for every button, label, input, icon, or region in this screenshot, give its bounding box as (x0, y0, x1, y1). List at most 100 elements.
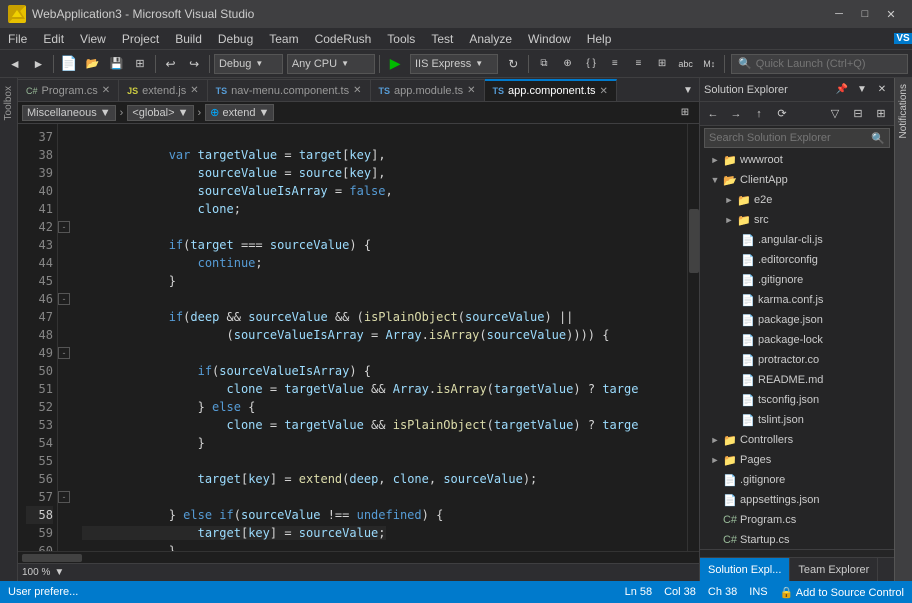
se-pin-button[interactable]: 📌 (834, 81, 850, 99)
tab-nav-menu[interactable]: TS nav-menu.component.ts ✕ (208, 79, 371, 101)
tree-item-editorconfig[interactable]: 📄 .editorconfig (700, 250, 894, 270)
se-close-button[interactable]: ✕ (874, 81, 890, 99)
tree-item-karma[interactable]: 📄 karma.conf.js (700, 290, 894, 310)
tree-item-gitignore-root[interactable]: 📄 .gitignore (700, 470, 894, 490)
notifications-label[interactable]: Notifications (896, 78, 911, 144)
menu-view[interactable]: View (72, 28, 114, 49)
refresh-button[interactable]: ↻ (502, 53, 524, 75)
tree-arrow-controllers[interactable]: ► (708, 433, 722, 447)
tree-arrow-wwwroot[interactable]: ► (708, 153, 722, 167)
se-collapse-button[interactable]: ⊟ (847, 104, 869, 124)
se-search-input[interactable] (709, 132, 867, 144)
tab-close-program-cs[interactable]: ✕ (102, 85, 110, 96)
tree-item-tslint[interactable]: 📄 tslint.json (700, 410, 894, 430)
tab-app-module[interactable]: TS app.module.ts ✕ (371, 79, 485, 101)
status-line[interactable]: Ln 58 (625, 586, 653, 598)
save-button[interactable]: 💾 (105, 53, 127, 75)
tree-item-package-lock[interactable]: 📄 package-lock (700, 330, 894, 350)
forward-button[interactable]: ► (28, 53, 50, 75)
menu-team[interactable]: Team (261, 28, 306, 49)
back-button[interactable]: ◄ (4, 53, 26, 75)
save-all-button[interactable]: ⊞ (129, 53, 151, 75)
menu-tools[interactable]: Tools (379, 28, 423, 49)
close-button[interactable]: ✕ (878, 4, 904, 24)
toolbox-label[interactable]: Toolbox (1, 82, 16, 124)
tab-close-extend-js[interactable]: ✕ (190, 85, 198, 96)
tree-item-package-json[interactable]: 📄 package.json (700, 310, 894, 330)
se-properties-button[interactable]: ⊞ (870, 104, 892, 124)
se-forward-button[interactable]: → (725, 104, 747, 124)
fold-57[interactable]: - (58, 491, 70, 503)
se-scrollbar[interactable] (700, 549, 894, 557)
se-sync-button[interactable]: ⟳ (771, 104, 793, 124)
tab-program-cs[interactable]: C# Program.cs ✕ (18, 79, 119, 101)
scroll-thumb[interactable] (689, 209, 699, 273)
status-user-prefs[interactable]: User prefere... (8, 586, 78, 598)
tree-item-startup[interactable]: C# Startup.cs (700, 530, 894, 549)
iis-dropdown[interactable]: IIS Express ▼ (410, 54, 499, 74)
open-button[interactable]: 📂 (82, 53, 104, 75)
status-add-source-control[interactable]: 🔒 Add to Source Control (780, 586, 904, 599)
toolbar-btn-7[interactable]: ⊕ (557, 53, 579, 75)
undo-button[interactable]: ↩ (160, 53, 182, 75)
tree-item-protractor[interactable]: 📄 protractor.co (700, 350, 894, 370)
toolbar-btn-9[interactable]: ≡ (604, 53, 626, 75)
tree-arrow-src[interactable]: ► (722, 213, 736, 227)
editor-scrollbar[interactable] (687, 124, 699, 551)
menu-project[interactable]: Project (114, 28, 167, 49)
tree-item-wwwroot[interactable]: ► 📁 wwwroot (700, 150, 894, 170)
zoom-level[interactable]: 100 % (22, 567, 50, 578)
menu-help[interactable]: Help (579, 28, 620, 49)
redo-button[interactable]: ↪ (183, 53, 205, 75)
tab-close-nav-menu[interactable]: ✕ (353, 85, 361, 96)
breadcrumb-scope-dropdown[interactable]: Miscellaneous ▼ (22, 105, 116, 121)
se-parent-button[interactable]: ↑ (748, 104, 770, 124)
se-back-button[interactable]: ← (702, 104, 724, 124)
toolbar-btn-8[interactable]: { } (580, 53, 602, 75)
tree-item-appsettings[interactable]: 📄 appsettings.json (700, 490, 894, 510)
menu-edit[interactable]: Edit (35, 28, 72, 49)
toolbar-btn-abc[interactable]: abc (675, 53, 697, 75)
tree-item-program-cs[interactable]: C# Program.cs (700, 510, 894, 530)
h-scroll-thumb[interactable] (22, 554, 82, 562)
tab-close-app-component[interactable]: ✕ (600, 86, 608, 97)
tree-item-angular-cli[interactable]: 📄 .angular-cli.js (700, 230, 894, 250)
menu-debug[interactable]: Debug (210, 28, 261, 49)
tree-item-src[interactable]: ► 📁 src (700, 210, 894, 230)
tab-app-component[interactable]: TS app.component.ts ✕ (485, 79, 617, 101)
se-tab-team-explorer[interactable]: Team Explorer (790, 558, 878, 581)
status-ins[interactable]: INS (749, 586, 767, 598)
tree-item-controllers[interactable]: ► 📁 Controllers (700, 430, 894, 450)
se-dropdown-button[interactable]: ▼ (854, 81, 870, 99)
tree-arrow-pages[interactable]: ► (708, 453, 722, 467)
breadcrumb-global-dropdown[interactable]: <global> ▼ (127, 105, 193, 121)
menu-window[interactable]: Window (520, 28, 579, 49)
tree-item-readme[interactable]: 📄 README.md (700, 370, 894, 390)
tree-item-clientapp[interactable]: ▼ 📂 ClientApp (700, 170, 894, 190)
menu-coderush[interactable]: CodeRush (307, 28, 380, 49)
tree-item-gitignore-ca[interactable]: 📄 .gitignore (700, 270, 894, 290)
tree-arrow-e2e[interactable]: ► (722, 193, 736, 207)
fold-46[interactable]: - (58, 293, 70, 305)
tree-item-e2e[interactable]: ► 📁 e2e (700, 190, 894, 210)
horizontal-scrollbar[interactable] (18, 551, 699, 563)
tree-item-pages[interactable]: ► 📁 Pages (700, 450, 894, 470)
minimize-button[interactable]: ─ (826, 4, 852, 24)
user-account-button[interactable]: VS (894, 33, 912, 44)
breadcrumb-expand-button[interactable]: ⊞ (675, 103, 695, 123)
run-button[interactable]: ▶ (384, 53, 406, 75)
toolbar-btn-m[interactable]: M↕ (698, 53, 720, 75)
menu-build[interactable]: Build (167, 28, 210, 49)
tree-arrow-clientapp[interactable]: ▼ (708, 173, 722, 187)
restore-button[interactable]: □ (852, 4, 878, 24)
tab-list-button[interactable]: ▼ (677, 79, 699, 101)
fold-42[interactable]: - (58, 221, 70, 233)
se-search-bar[interactable]: 🔍 (704, 128, 890, 148)
toolbar-btn-6[interactable]: ⧉ (533, 53, 555, 75)
tab-close-app-module[interactable]: ✕ (467, 85, 475, 96)
platform-dropdown[interactable]: Any CPU ▼ (287, 54, 376, 74)
tree-item-tsconfig[interactable]: 📄 tsconfig.json (700, 390, 894, 410)
code-content[interactable]: var targetValue = target[key], sourceVal… (74, 124, 687, 551)
toolbar-btn-10[interactable]: ≡ (628, 53, 650, 75)
breadcrumb-symbol-dropdown[interactable]: ⊕ extend ▼ (205, 104, 274, 121)
